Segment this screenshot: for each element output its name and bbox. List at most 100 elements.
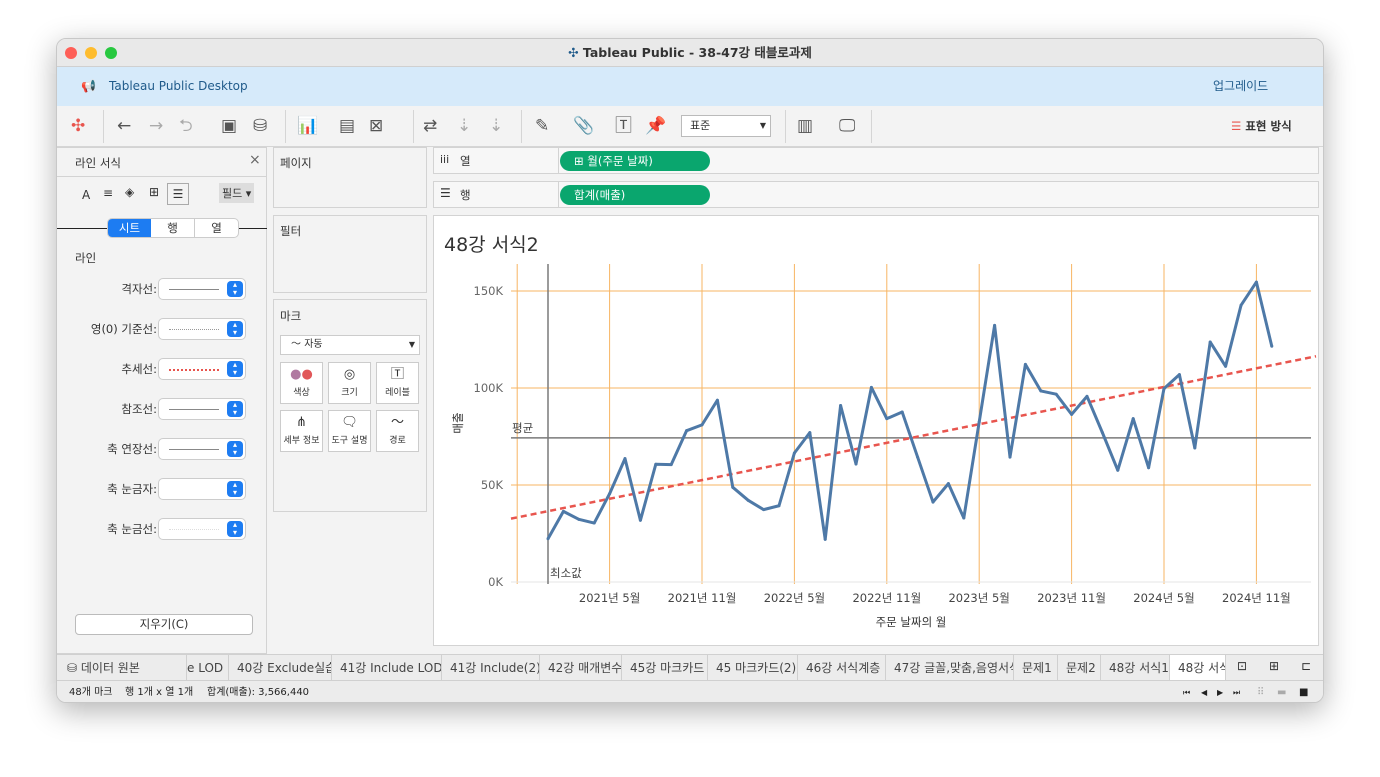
line-style-preview xyxy=(169,329,219,330)
upgrade-link[interactable]: 업그레이드 xyxy=(1213,67,1268,106)
redo-icon[interactable]: ⮌ xyxy=(179,115,193,137)
clear-sheet-icon[interactable]: ⊠ xyxy=(369,115,383,137)
rows-pill-label: 합계(매출) xyxy=(574,188,626,202)
save-icon[interactable]: ▣ xyxy=(221,115,237,137)
new-datasource-icon[interactable]: ⛁ xyxy=(253,115,267,137)
first-sheet-icon[interactable]: ⏮ xyxy=(1183,681,1190,702)
text-icon[interactable]: 🅃 xyxy=(615,115,632,137)
tab-sheet[interactable]: 시트 xyxy=(108,219,151,237)
sheet-tab[interactable]: 41강 Include(2) xyxy=(442,655,540,680)
format-row-label: 축 연장선: xyxy=(107,442,157,456)
rows-pill[interactable]: 합계(매출) xyxy=(560,185,710,205)
last-sheet-icon[interactable]: ⏭ xyxy=(1233,681,1240,702)
new-story-icon[interactable]: ⊏ xyxy=(1301,659,1311,673)
columns-pill[interactable]: ⊞ 월(주문 날짜) xyxy=(560,151,710,171)
mark-button-size[interactable]: ◎ 크기 xyxy=(328,362,371,404)
line-style-select[interactable]: ▴ ▾ xyxy=(158,518,246,540)
sort-desc-icon[interactable]: ⇣ xyxy=(489,115,503,137)
close-window-button[interactable] xyxy=(65,47,77,59)
new-dashboard-icon[interactable]: ⊞ xyxy=(1269,659,1279,673)
next-sheet-icon[interactable]: ▶ xyxy=(1217,681,1223,702)
app-window: ✣ Tableau Public - 38-47강 태블로과제 📢 Tablea… xyxy=(56,38,1324,703)
new-worksheet-icon[interactable]: 📊 xyxy=(297,115,318,137)
sorter-view-icon[interactable]: ⠿ xyxy=(1257,681,1264,702)
pages-card: 페이지 xyxy=(273,147,427,208)
datasource-tab[interactable]: ⛁ 데이터 원본 xyxy=(57,655,187,680)
sheet-tab[interactable]: 48강 서식1 xyxy=(1101,655,1170,680)
line-style-select[interactable]: ▴ ▾ xyxy=(158,438,246,460)
columns-shelf[interactable]: iii 열 ⊞ 월(주문 날짜) xyxy=(433,147,1319,174)
highlight-icon[interactable]: ✎ xyxy=(535,115,549,137)
line-style-select[interactable]: ▴ ▾ xyxy=(158,318,246,340)
mark-button-tooltip[interactable]: 🗨 도구 설명 xyxy=(328,410,371,452)
mark-button-label: 경로 xyxy=(389,436,406,446)
fit-select[interactable]: 표준 ▼ xyxy=(681,115,771,137)
view-pane[interactable]: 48강 서식2 0K 50K 100K 150K 2021년 5월 2021년 11월 20… xyxy=(433,215,1319,646)
alignment-icon[interactable]: ≡ xyxy=(103,186,113,200)
format-pane: 라인 서식 × A ≡ ◈ ⊞ ☰ 필드 ▾ 시트 행 열 라인 격자선: ▴ ▾… xyxy=(57,147,267,654)
rows-shelf[interactable]: ☰ 행 합계(매출) xyxy=(433,181,1319,208)
sheet-tab[interactable]: 45강 마크카드 xyxy=(622,655,708,680)
stepper-icon: ▴ ▾ xyxy=(227,401,243,417)
reference-line-label: 최소값 xyxy=(550,566,582,580)
data-point xyxy=(561,509,565,513)
mark-button-path[interactable]: 〜 경로 xyxy=(376,410,419,452)
sheet-tab[interactable]: 문제2 xyxy=(1058,655,1101,680)
line-style-select[interactable]: ▴ ▾ xyxy=(158,478,246,500)
mark-button-label[interactable]: 🅃 레이블 xyxy=(376,362,419,404)
format-row-label: 축 눈금자: xyxy=(107,482,157,496)
format-row: 추세선: ▴ ▾ xyxy=(57,358,265,380)
filmstrip-view-icon[interactable]: ▬ xyxy=(1277,681,1286,702)
back-icon[interactable]: ← xyxy=(117,115,131,137)
tab-rows[interactable]: 행 xyxy=(151,219,195,237)
line-style-select[interactable]: ▴ ▾ xyxy=(158,398,246,420)
sheet-tab[interactable]: 45 마크카드(2) xyxy=(708,655,798,680)
line-style-select[interactable]: ▴ ▾ xyxy=(158,358,246,380)
pages-card-title: 페이지 xyxy=(280,156,312,170)
sheet-tab[interactable]: 48강 서식 xyxy=(1170,655,1226,680)
tab-view-icon[interactable]: ■ xyxy=(1299,681,1308,702)
prev-sheet-icon[interactable]: ◀ xyxy=(1201,681,1207,702)
duplicate-sheet-icon[interactable]: ▤ xyxy=(339,115,355,137)
clear-button[interactable]: 지우기(C) xyxy=(75,614,253,635)
minimize-window-button[interactable] xyxy=(85,47,97,59)
sheet-tab[interactable]: e LOD xyxy=(179,655,229,680)
zoom-window-button[interactable] xyxy=(105,47,117,59)
sheet-tab[interactable]: 40강 Exclude실습 xyxy=(229,655,332,680)
presentation-icon[interactable]: 🖵 xyxy=(839,115,855,137)
x-tick-label: 2024년 11월 xyxy=(1222,591,1291,605)
sheet-tab[interactable]: 46강 서식계층 xyxy=(798,655,886,680)
data-point xyxy=(1023,362,1027,366)
sheet-tab[interactable]: 42강 매개변수 xyxy=(540,655,622,680)
sheet-tab[interactable]: 41강 Include LOD xyxy=(332,655,442,680)
close-icon[interactable]: × xyxy=(249,152,261,168)
sheet-tab[interactable]: 문제1 xyxy=(1014,655,1058,680)
rows-icon: ☰ xyxy=(440,186,451,200)
reference-line-label: 평균 xyxy=(512,421,533,435)
mark-button-detail[interactable]: ⋔ 세부 정보 xyxy=(280,410,323,452)
mark-type-select[interactable]: 〜 자동 ▼ xyxy=(280,335,420,355)
tableau-home-icon[interactable]: ✣ xyxy=(71,115,85,137)
font-icon[interactable]: A xyxy=(82,188,90,202)
series-line xyxy=(546,280,1274,541)
data-point xyxy=(762,508,766,512)
lines-icon[interactable]: ☰ xyxy=(167,183,189,205)
swap-icon[interactable]: ⇄ xyxy=(423,115,437,137)
data-point xyxy=(1116,468,1120,472)
attach-icon[interactable]: 📎 xyxy=(573,115,594,137)
data-point xyxy=(654,462,658,466)
shading-icon[interactable]: ◈ xyxy=(125,185,134,199)
mark-button-color[interactable]: ●● 색상 xyxy=(280,362,323,404)
borders-icon[interactable]: ⊞ xyxy=(149,185,159,199)
new-worksheet-icon[interactable]: ⊡ xyxy=(1237,659,1247,673)
sort-asc-icon[interactable]: ⇣ xyxy=(457,115,471,137)
line-style-select[interactable]: ▴ ▾ xyxy=(158,278,246,300)
sheet-tab[interactable]: 47강 글꼴,맞춤,음영서식 xyxy=(886,655,1014,680)
field-dropdown[interactable]: 필드 ▾ xyxy=(219,183,255,203)
forward-icon[interactable]: → xyxy=(149,115,163,137)
pin-icon[interactable]: 📌 xyxy=(645,115,666,137)
show-me-button[interactable]: ☰ 표현 방식 xyxy=(1231,118,1292,134)
mark-button-label: 세부 정보 xyxy=(283,436,320,446)
show-cards-icon[interactable]: ▥ xyxy=(797,115,813,137)
tab-columns[interactable]: 열 xyxy=(195,219,238,237)
